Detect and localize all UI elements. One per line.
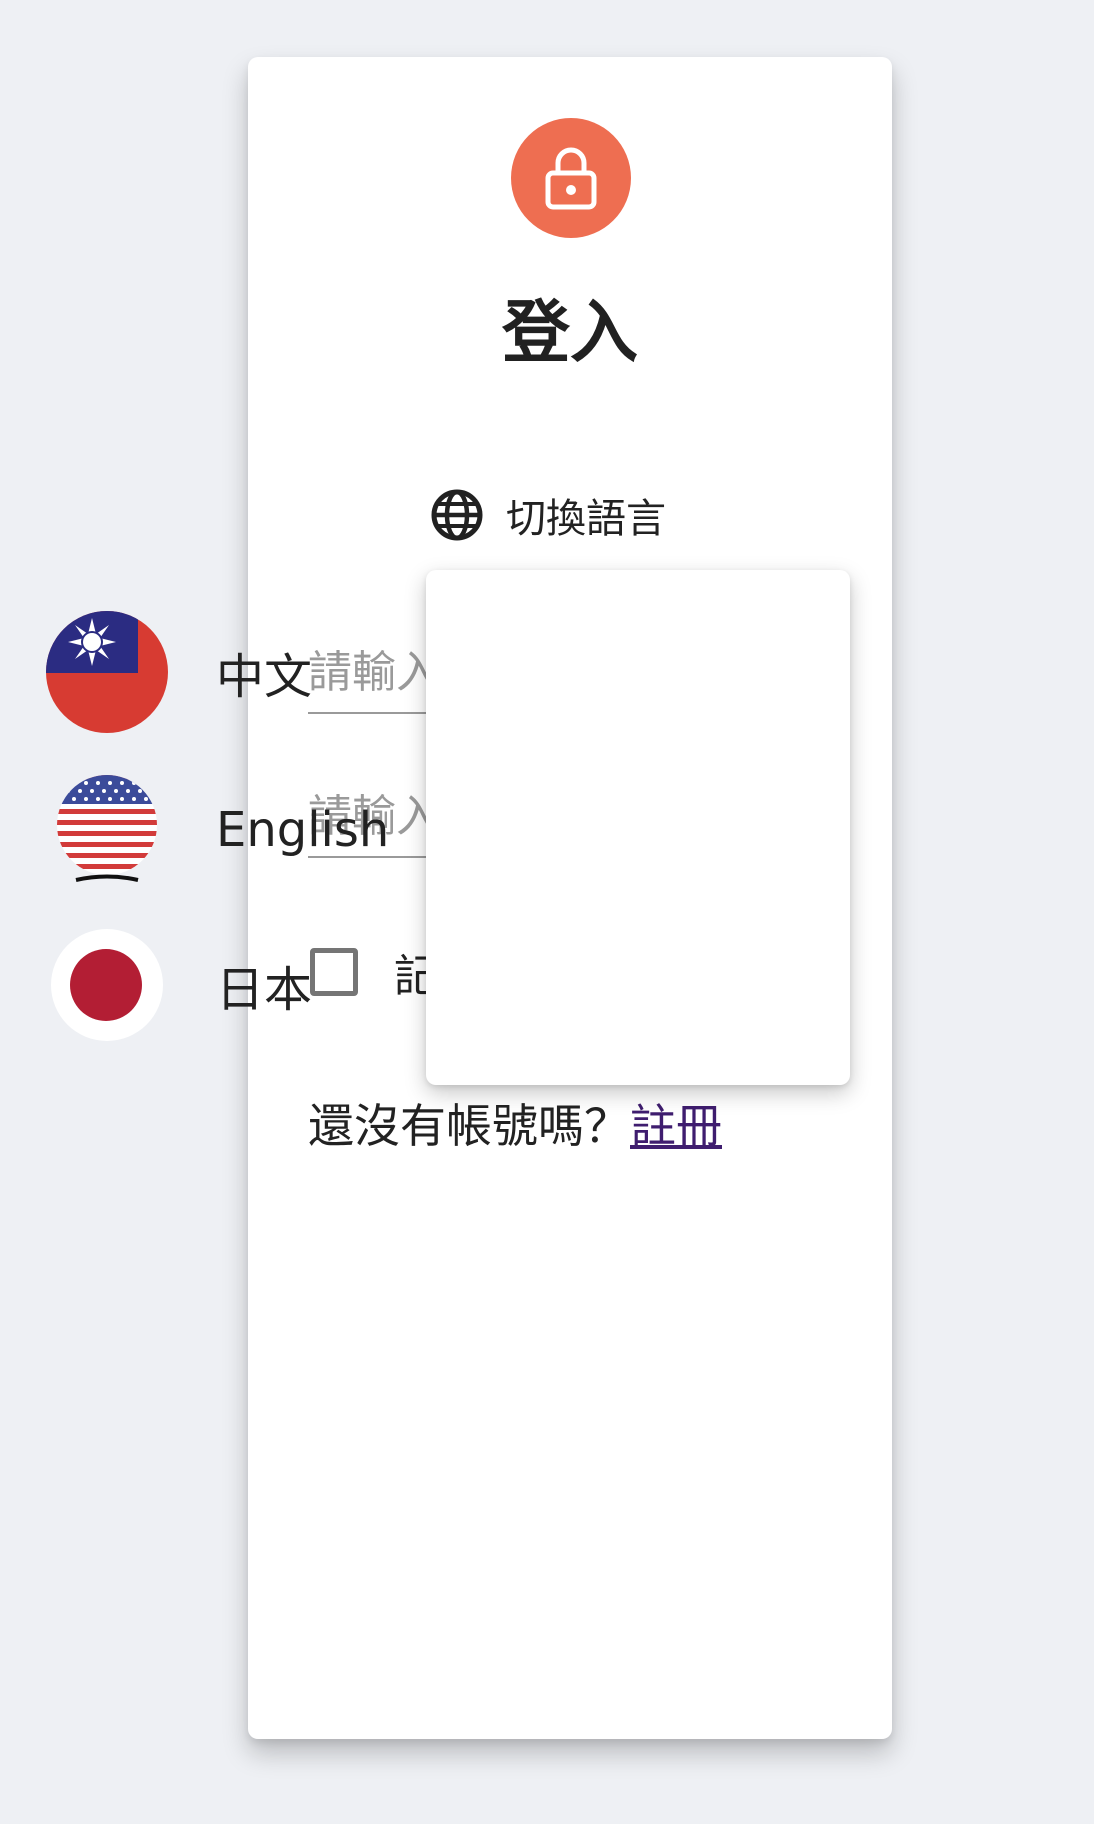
lock-avatar [511,118,631,238]
page-title: 登入 [501,294,638,373]
language-menu [426,570,850,1085]
signup-prompt: 還沒有帳號嗎？ [308,1099,630,1153]
signup-link[interactable]: 註冊 [630,1099,722,1153]
menu-item-japanese[interactable]: 日本 [0,910,424,1060]
globe-icon [431,489,483,541]
menu-item-label: English [216,802,390,858]
signup-row: 還沒有帳號嗎？註冊 [308,1090,722,1156]
language-switch-button[interactable]: 切換語言 [430,480,666,550]
menu-item-label: 中文 [216,649,313,705]
taiwan-flag-icon [46,611,168,733]
menu-item-label: 日本 [216,962,313,1018]
usa-flag-icon [57,775,157,882]
menu-item-chinese[interactable]: 中文 [0,597,424,747]
japan-flag-icon [51,929,163,1041]
language-switch-label: 切換語言 [506,496,666,542]
menu-item-english[interactable]: English [0,755,424,905]
lock-icon [545,147,597,210]
